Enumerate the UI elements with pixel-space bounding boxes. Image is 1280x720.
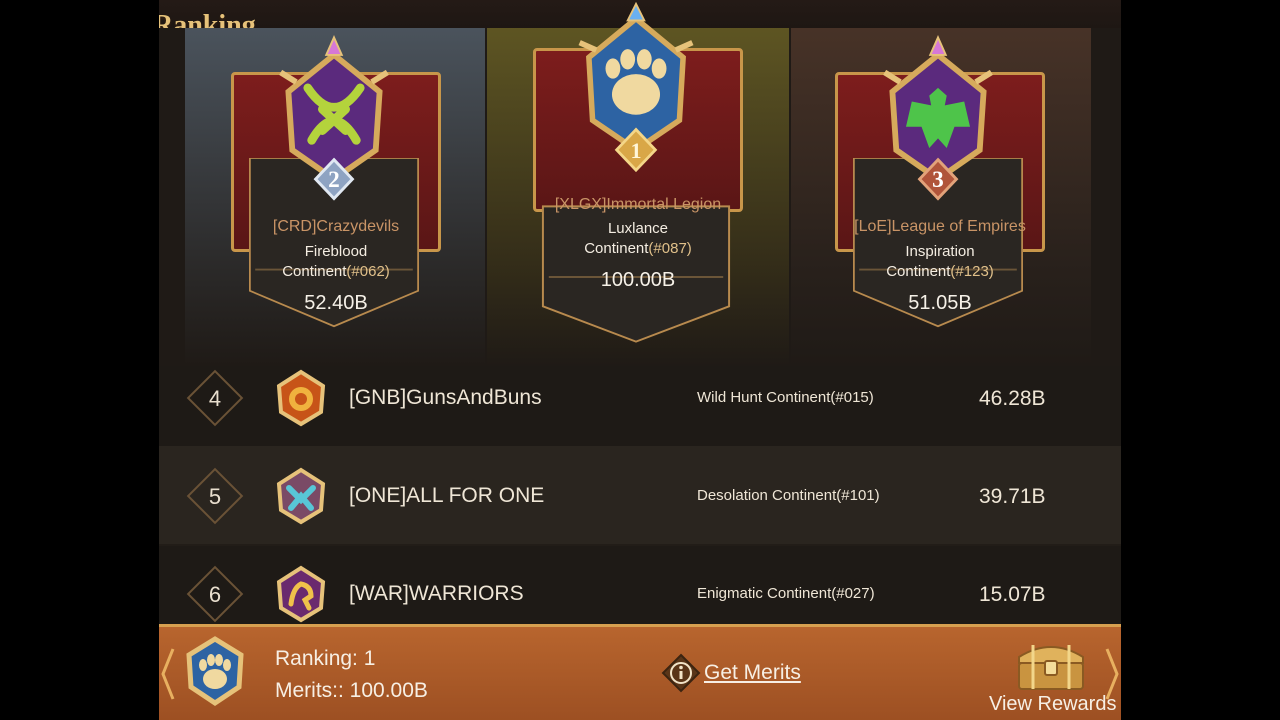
merit-score: 100.00B (600, 269, 676, 291)
griffin-icon (276, 565, 326, 623)
alliance-name: [GNB]GunsAndBuns (349, 386, 542, 409)
merit-score: 52.40B (304, 292, 368, 314)
ranking-screen: Ranking 2 [CRD]Crazydevils Fireblood Con… (159, 0, 1121, 720)
bear-paw-icon (186, 636, 244, 707)
rank-number: 5 (208, 484, 222, 509)
podium-card-rank1[interactable]: 1 [XLGX]Immortal Legion Luxlance Contine… (533, 0, 743, 343)
continent-label: Desolation Continent(#101) (697, 487, 880, 504)
right-ornament-icon (1105, 648, 1119, 700)
alliance-name: [CRD]Crazydevils (272, 218, 400, 235)
alliance-name: [LoE]League of Empires (854, 218, 1026, 235)
wolf-icon (276, 467, 326, 525)
alliance-name: [WAR]WARRIORS (349, 582, 524, 605)
rank-badge-number: 1 (630, 138, 641, 163)
merit-score: 51.05B (908, 292, 972, 314)
continent-line1: Luxlance (607, 220, 669, 237)
merit-score: 15.07B (979, 583, 1046, 606)
rank-badge-number: 2 (328, 167, 340, 193)
continent-line1: Inspiration (905, 243, 975, 260)
rank-badge-number: 3 (932, 167, 944, 193)
podium-card-rank2[interactable]: 2 [CRD]Crazydevils Fireblood Continent(#… (231, 22, 441, 352)
player-alliance-bar: Ranking: 1 Merits:: 100.00B Get Merits V… (159, 624, 1121, 720)
view-rewards-button[interactable]: View Rewards (989, 693, 1116, 716)
eagle-icon: 3 (883, 35, 993, 201)
continent-line2: Continent(#123) (886, 263, 994, 280)
alliance-name: [XLGX]Immortal Legion (554, 196, 722, 213)
bear-paw-icon: 1 (578, 2, 694, 172)
continent-label: Wild Hunt Continent(#015) (697, 389, 874, 406)
lion-icon (276, 369, 326, 427)
alliance-name: [ONE]ALL FOR ONE (349, 484, 545, 507)
get-merits-link[interactable]: Get Merits (704, 661, 801, 685)
podium-card-rank3[interactable]: 3 [LoE]League of Empires Inspiration Con… (835, 22, 1045, 352)
ranking-row-5[interactable]: 5 [ONE]ALL FOR ONE Desolation Continent(… (159, 446, 1121, 544)
merit-score: 39.71B (979, 485, 1046, 508)
rank-number: 4 (208, 386, 222, 411)
left-ornament-icon (161, 648, 175, 700)
ranking-row-6[interactable]: 6 [WAR]WARRIORS Enigmatic Continent(#027… (159, 546, 1121, 624)
continent-line2: Continent(#087) (584, 240, 692, 257)
continent-line1: Fireblood (304, 243, 368, 260)
rank-number: 6 (208, 582, 222, 607)
continent-line2: Continent(#062) (282, 263, 390, 280)
continent-label: Enigmatic Continent(#027) (697, 585, 875, 602)
player-merits: Merits:: 100.00B (275, 679, 428, 702)
merit-score: 46.28B (979, 387, 1046, 410)
serpent-icon: 2 (279, 35, 389, 201)
player-ranking: Ranking: 1 (275, 647, 376, 670)
info-icon[interactable] (661, 653, 701, 693)
treasure-chest-icon[interactable] (1011, 635, 1091, 693)
